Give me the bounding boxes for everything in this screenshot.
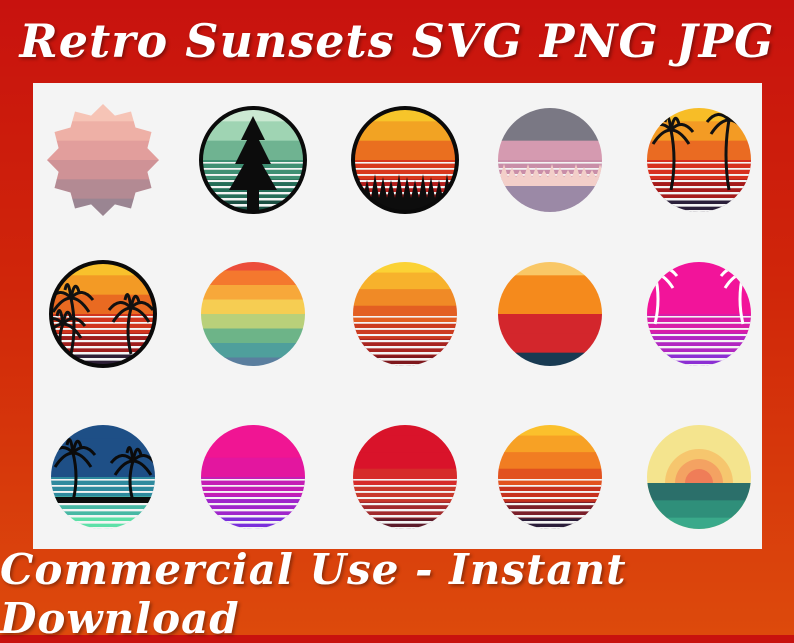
- header-title: Retro Sunsets SVG PNG JPG: [19, 14, 775, 68]
- designs-panel: [33, 83, 762, 549]
- forest-sunset-icon: [351, 106, 459, 214]
- footer-tagline: Commercial Use - Instant Download: [0, 544, 627, 643]
- orange-navy-sunset-icon: [498, 262, 602, 366]
- ocean-palm-sunset-icon: [51, 425, 155, 529]
- red-stripe-sunset-icon: [353, 425, 457, 529]
- magenta-palm-sunset-icon: [647, 262, 751, 366]
- sunset-designs-grid: [47, 104, 751, 529]
- pastel-badge-sunset-icon: [47, 104, 159, 216]
- green-tree-sunset-icon: [199, 106, 307, 214]
- gold-navy-sunset-icon: [498, 425, 602, 529]
- concentric-sea-sunset-icon: [647, 425, 751, 529]
- tropical-palm-sunset-icon: [647, 108, 751, 212]
- pink-violet-sunset-icon: [201, 425, 305, 529]
- palm-trees-sunset-icon: [49, 260, 157, 368]
- lavender-treeline-sunset-icon: [498, 108, 602, 212]
- header-banner: Retro Sunsets SVG PNG JPG: [0, 0, 794, 82]
- yellow-red-stripe-sunset-icon: [353, 262, 457, 366]
- rainbow-sunset-icon: [201, 262, 305, 366]
- footer-banner: Commercial Use - Instant Download: [0, 545, 794, 643]
